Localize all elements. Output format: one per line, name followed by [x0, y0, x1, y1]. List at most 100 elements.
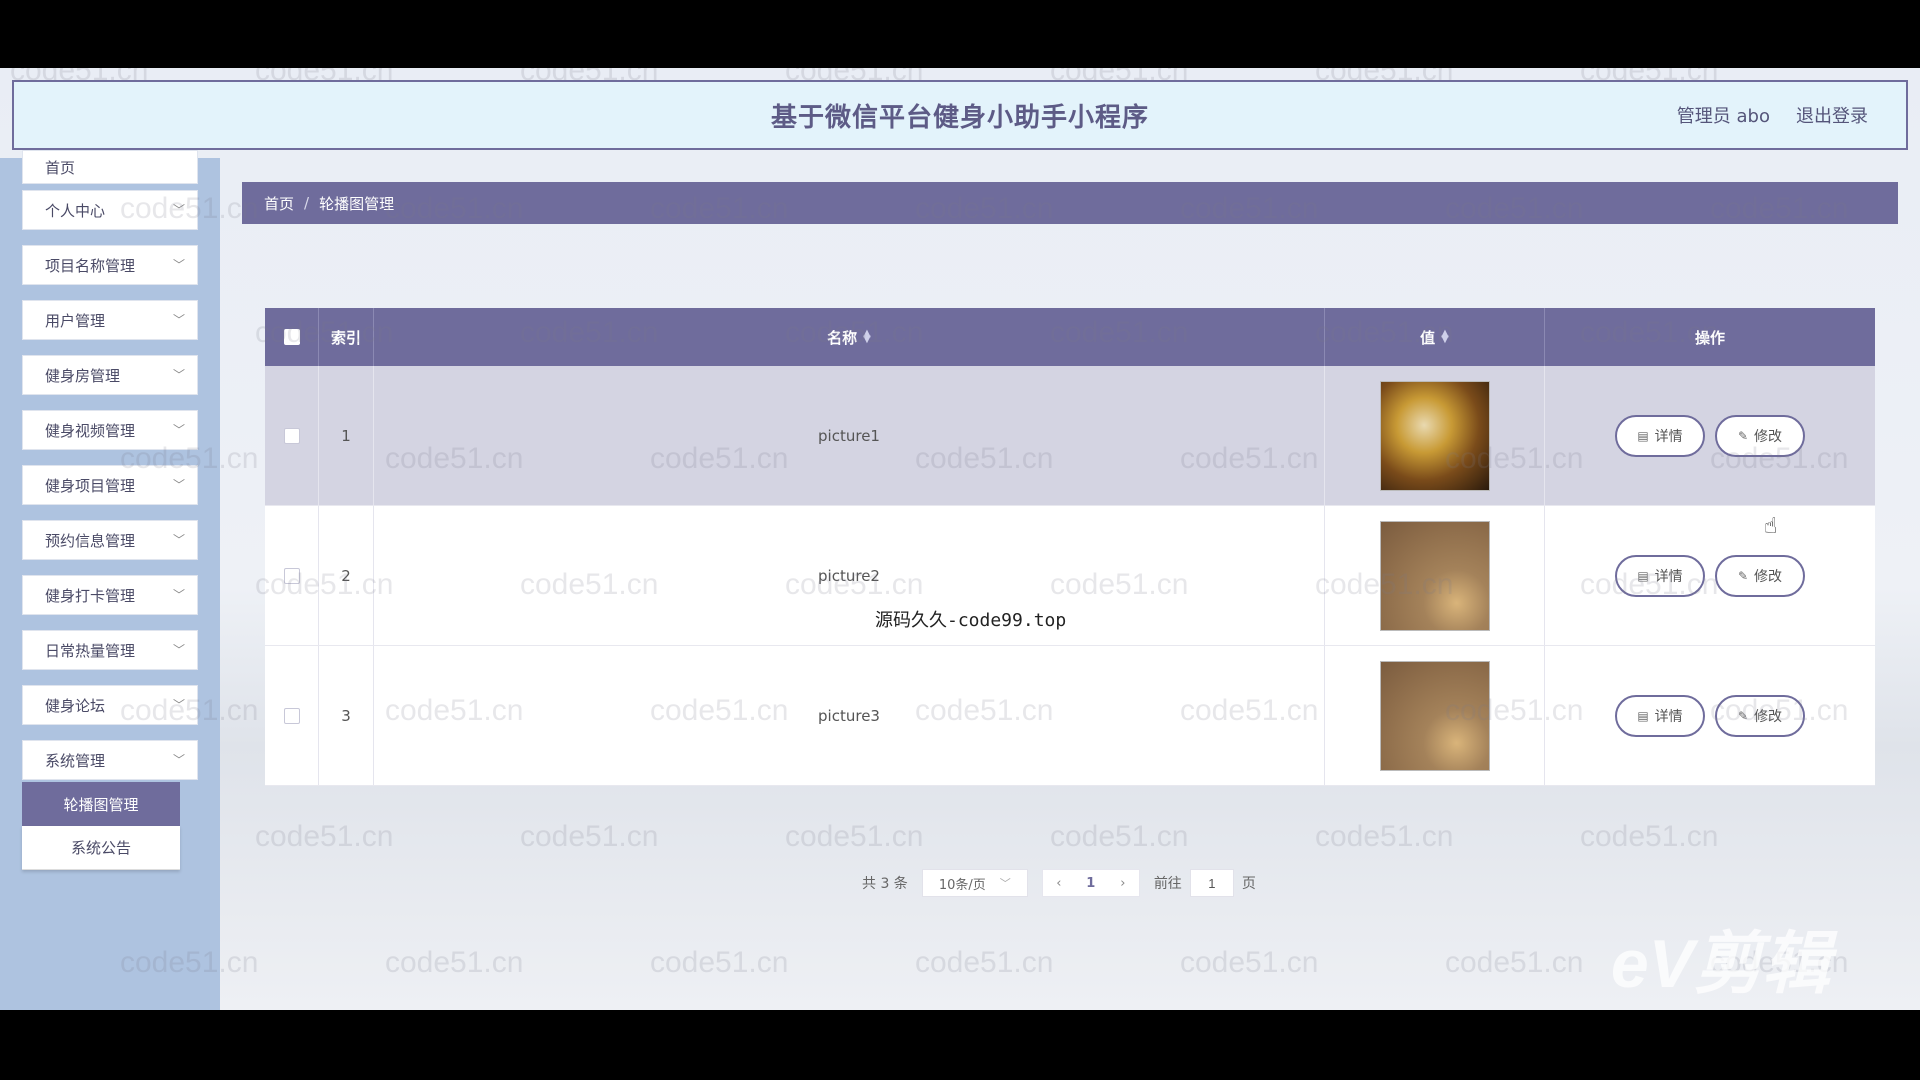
breadcrumb-home[interactable]: 首页 [264, 193, 294, 214]
watermark: code51.cn [1050, 820, 1189, 853]
document-icon: ▤ [1637, 708, 1649, 723]
column-header-name[interactable]: 名称 ▲ ▼ [374, 308, 1325, 366]
sidebar-item-label: 预约信息管理 [45, 531, 136, 550]
row-index: 2 [319, 506, 374, 645]
sidebar-item-forum[interactable]: 健身论坛 ﹀ [22, 685, 198, 725]
sidebar-item-checkins[interactable]: 健身打卡管理 ﹀ [22, 575, 198, 615]
breadcrumb-current: 轮播图管理 [319, 194, 395, 213]
row-actions: ▤ 详情 ✎ 修改 [1545, 366, 1875, 505]
sidebar-item-videos[interactable]: 健身视频管理 ﹀ [22, 410, 198, 450]
sidebar-item-label: 健身打卡管理 [45, 586, 136, 605]
chevron-down-icon: ﹀ [172, 643, 185, 657]
row-checkbox[interactable] [283, 567, 300, 584]
chevron-up-icon: ﹀ [172, 753, 185, 767]
table-row[interactable]: 3 picture3 ▤ 详情 ✎ 修改 [265, 646, 1875, 786]
next-page-icon[interactable]: › [1107, 876, 1139, 891]
watermark: code51.cn [255, 820, 394, 853]
sidebar-item-label: 健身房管理 [45, 366, 121, 385]
column-header-value[interactable]: 值 ▲ ▼ [1325, 308, 1545, 366]
watermark: code51.cn [1315, 820, 1454, 853]
select-all-checkbox[interactable] [283, 329, 300, 345]
sidebar-subitem-announcements[interactable]: 系统公告 [22, 826, 180, 870]
sidebar-item-label: 日常热量管理 [45, 641, 136, 660]
page-size-value: 10条/页 [938, 877, 986, 893]
sidebar-item-calories[interactable]: 日常热量管理 ﹀ [22, 630, 198, 670]
sidebar-item-label: 个人中心 [45, 201, 106, 220]
sidebar-item-label: 首页 [45, 158, 76, 177]
sidebar-item-reservations[interactable]: 预约信息管理 ﹀ [22, 520, 198, 560]
pencil-icon: ✎ [1737, 708, 1749, 723]
goto-page-input[interactable] [1189, 869, 1234, 897]
edit-button[interactable]: ✎ 修改 [1715, 414, 1805, 457]
pencil-icon: ✎ [1737, 428, 1749, 443]
page-nav: ‹ 1 › [1041, 869, 1140, 897]
sidebar-item-system[interactable]: 系统管理 ﹀ [22, 740, 198, 780]
pagination: 共 3 条 10条/页 ﹀ ‹ 1 › 前往 页 [862, 868, 1256, 898]
column-header-label: 名称 [827, 328, 858, 347]
row-name: picture2 [374, 506, 1325, 645]
sidebar-item-project-names[interactable]: 项目名称管理 ﹀ [22, 245, 198, 285]
page-number-current[interactable]: 1 [1075, 876, 1107, 891]
chevron-down-icon: ﹀ [999, 877, 1011, 890]
row-checkbox[interactable] [283, 707, 300, 724]
overlay-watermark-text: 源码久久-code99.top [875, 610, 1067, 631]
chevron-down-icon: ﹀ [172, 203, 185, 217]
watermark: code51.cn [520, 820, 659, 853]
detail-button[interactable]: ▤ 详情 [1615, 554, 1705, 597]
logout-button[interactable]: 退出登录 [1796, 102, 1868, 128]
user-label[interactable]: 管理员 abo [1677, 102, 1770, 128]
sort-icon[interactable]: ▲ ▼ [863, 329, 871, 345]
sidebar-item-label: 用户管理 [45, 311, 106, 330]
detail-button-label: 详情 [1654, 708, 1683, 725]
edit-button[interactable]: ✎ 修改 [1715, 694, 1805, 737]
chevron-down-icon: ﹀ [172, 258, 185, 272]
pencil-icon: ✎ [1737, 568, 1749, 583]
edit-button-label: 修改 [1754, 708, 1783, 725]
carousel-table: 索引 名称 ▲ ▼ 值 ▲ ▼ 操作 1 picture1 ▤ 详情 ✎ 修改 2 pict… [265, 308, 1875, 786]
sidebar-item-users[interactable]: 用户管理 ﹀ [22, 300, 198, 340]
column-header-actions: 操作 [1694, 328, 1725, 347]
detail-button-label: 详情 [1654, 428, 1683, 445]
row-actions: ▤ 详情 ✎ 修改 [1545, 506, 1875, 645]
chevron-down-icon: ﹀ [172, 698, 185, 712]
row-select-cell [265, 366, 319, 505]
sidebar: 首页 个人中心 ﹀ 项目名称管理 ﹀ 用户管理 ﹀ 健身房管理 ﹀ 健身视频管理 ﹀ 健身… [0, 150, 220, 1010]
row-checkbox[interactable] [283, 427, 300, 444]
edit-button-label: 修改 [1754, 568, 1783, 585]
row-thumbnail [1379, 520, 1490, 631]
row-image-cell [1325, 366, 1545, 505]
sidebar-item-label: 系统管理 [45, 751, 106, 770]
row-name: picture3 [374, 646, 1325, 785]
chevron-down-icon: ﹀ [172, 533, 185, 547]
sidebar-item-fitness-projects[interactable]: 健身项目管理 ﹀ [22, 465, 198, 505]
row-name: picture1 [374, 366, 1325, 505]
prev-page-icon[interactable]: ‹ [1043, 876, 1075, 891]
row-thumbnail [1379, 660, 1490, 771]
sidebar-subitem-carousel[interactable]: 轮播图管理 [22, 782, 180, 826]
sidebar-item-home[interactable]: 首页 [22, 150, 198, 184]
sort-icon[interactable]: ▲ ▼ [1441, 329, 1449, 345]
row-index: 1 [319, 366, 374, 505]
watermark: code51.cn [1580, 820, 1719, 853]
page-goto: 前往 页 [1154, 869, 1256, 897]
breadcrumb: 首页 / 轮播图管理 [242, 182, 1898, 224]
watermark: code51.cn [650, 946, 789, 979]
sidebar-item-label: 健身论坛 [45, 696, 106, 715]
hand-cursor-icon: ☝ [1764, 514, 1778, 539]
row-index: 3 [319, 646, 374, 785]
select-all-cell [265, 308, 319, 366]
page-size-select[interactable]: 10条/页 ﹀ [921, 869, 1028, 897]
sidebar-item-gyms[interactable]: 健身房管理 ﹀ [22, 355, 198, 395]
row-image-cell [1325, 646, 1545, 785]
watermark: code51.cn [915, 946, 1054, 979]
app-title: 基于微信平台健身小助手小程序 [770, 102, 1149, 133]
detail-button[interactable]: ▤ 详情 [1615, 694, 1705, 737]
table-row[interactable]: 1 picture1 ▤ 详情 ✎ 修改 [265, 366, 1875, 506]
table-row[interactable]: 2 picture2 ▤ 详情 ✎ 修改 [265, 506, 1875, 646]
watermark: code51.cn [385, 946, 524, 979]
watermark: code51.cn [1180, 946, 1319, 979]
detail-button[interactable]: ▤ 详情 [1615, 414, 1705, 457]
edit-button[interactable]: ✎ 修改 [1715, 554, 1805, 597]
sidebar-item-profile[interactable]: 个人中心 ﹀ [22, 190, 198, 230]
chevron-down-icon: ﹀ [172, 313, 185, 327]
